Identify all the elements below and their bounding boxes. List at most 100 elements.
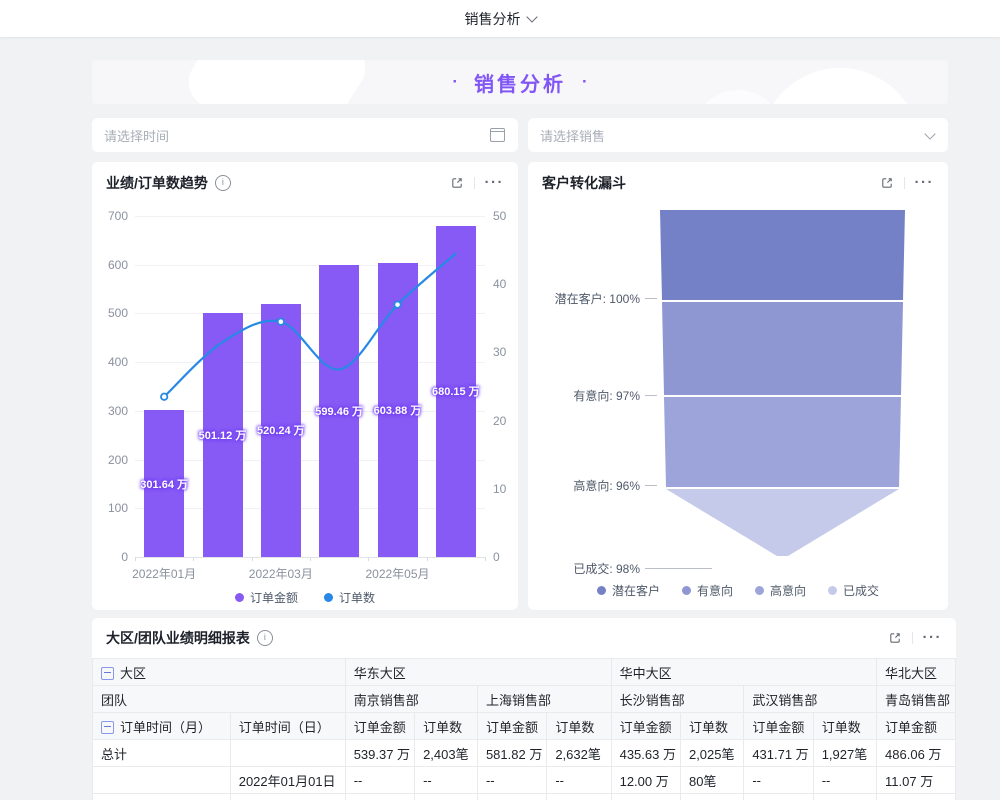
y-axis-tick-left: 700 [92, 209, 128, 223]
banner-dot-right: · [582, 72, 588, 92]
value-cell: 80笔 [680, 767, 743, 794]
x-axis-tick [368, 557, 369, 561]
table-card-header: 大区/团队业绩明细报表 i ··· [92, 618, 956, 658]
value-cell: -- [744, 767, 813, 794]
legend-item[interactable]: 高意向 [755, 582, 806, 599]
funnel-stage-label: 有意向: 97% [530, 387, 640, 404]
page-title[interactable]: 销售分析 [465, 9, 521, 29]
team-cell: 长沙销售部 [611, 686, 744, 713]
x-axis-tick [252, 557, 253, 561]
banner-decoration [760, 68, 920, 104]
y-axis-tick-right: 40 [493, 277, 523, 291]
orders-line-chart [135, 216, 485, 557]
value-cell: -- [547, 767, 611, 794]
funnel-stage-label: 潜在客户: 100% [530, 290, 640, 307]
legend-dot [682, 586, 691, 595]
region-header-cell: 大区 [93, 659, 346, 686]
y-axis-tick-left: 500 [92, 306, 128, 320]
trend-chart-area: 700600500400300200100050403020100301.64 … [92, 162, 518, 610]
funnel-stage-label: 已成交: 98% [530, 560, 640, 577]
y-axis-tick-left: 600 [92, 258, 128, 272]
x-axis-tick [485, 557, 486, 561]
banner-title: 销售分析 [474, 68, 566, 97]
legend-item[interactable]: 已成交 [828, 582, 879, 599]
team-cell: 武汉销售部 [744, 686, 877, 713]
metric-header-cell: 订单金额 [345, 713, 414, 740]
legend-label: 已成交 [843, 582, 879, 599]
value-cell: 11.0 万 [877, 794, 956, 800]
report-table: 大区华东大区华中大区华北大区团队南京销售部上海销售部长沙销售部武汉销售部青岛销售… [92, 658, 956, 800]
value-cell: -- [547, 794, 611, 800]
table-card-title: 大区/团队业绩明细报表 [106, 628, 250, 648]
team-cell: 南京销售部 [345, 686, 477, 713]
y-axis-tick-left: 400 [92, 355, 128, 369]
value-cell: 11.07 万 [877, 767, 956, 794]
x-axis-tick [135, 557, 136, 561]
expand-icon[interactable] [888, 631, 902, 645]
x-axis-tick [310, 557, 311, 561]
x-axis-tick [193, 557, 194, 561]
row-date-cell [230, 740, 345, 767]
value-cell: 431.71 万 [744, 740, 813, 767]
funnel-card: 客户转化漏斗 ··· 潜在客户: 100%有意向: 97%高意向: 96%已成交… [528, 162, 948, 610]
legend-item[interactable]: 订单数 [324, 589, 375, 606]
y-axis-tick-left: 200 [92, 453, 128, 467]
y-axis-tick-right: 30 [493, 345, 523, 359]
funnel-chart-area: 潜在客户: 100%有意向: 97%高意向: 96%已成交: 98%潜在客户有意… [528, 162, 948, 610]
banner-dot-left: · [452, 72, 458, 92]
value-cell: 12.00 万 [611, 767, 680, 794]
region-cell: 华北大区 [877, 659, 956, 686]
value-cell: -- [415, 794, 478, 800]
value-cell: 22.05 万 [611, 794, 680, 800]
y-axis-tick-left: 300 [92, 404, 128, 418]
legend-item[interactable]: 潜在客户 [597, 582, 660, 599]
y-axis-tick-right: 50 [493, 209, 523, 223]
legend-label: 订单金额 [250, 589, 298, 606]
row-date-cell: 2022年01月01日 [230, 767, 345, 794]
legend-label: 订单数 [339, 589, 375, 606]
month-header-cell: 订单时间（月） [93, 713, 231, 740]
funnel-label-line [645, 395, 657, 396]
metric-header-cell: 订单数 [813, 713, 876, 740]
more-menu-icon[interactable]: ··· [923, 634, 943, 642]
metric-header-cell: 订单金额 [744, 713, 813, 740]
banner-decoration [693, 90, 783, 104]
legend-label: 潜在客户 [612, 582, 660, 599]
legend-dot [324, 593, 333, 602]
legend-item[interactable]: 订单金额 [235, 589, 298, 606]
row-label-cell [93, 794, 231, 800]
funnel-stage-4 [660, 489, 905, 556]
collapse-icon[interactable] [101, 721, 114, 734]
funnel-label-line [645, 568, 712, 569]
calendar-icon [490, 128, 505, 142]
team-cell: 上海销售部 [477, 686, 611, 713]
chevron-down-icon[interactable] [526, 11, 537, 22]
row-label-cell [93, 767, 231, 794]
dashboard-page: 销售分析 · 销售分析 · 请选择时间 请选择销售 业绩/订单数趋势 i · [0, 0, 1000, 800]
sales-filter-select[interactable]: 请选择销售 [528, 118, 948, 152]
metric-header-cell: 订单金额 [611, 713, 680, 740]
time-filter-placeholder: 请选择时间 [104, 126, 490, 145]
team-header-cell: 团队 [93, 686, 346, 713]
x-axis-label: 2022年05月 [338, 565, 458, 582]
legend-dot [597, 586, 606, 595]
banner-decoration [179, 60, 375, 104]
metric-header-cell: 订单数 [547, 713, 611, 740]
chevron-down-icon [924, 128, 935, 139]
funnel-stage-1 [660, 210, 905, 300]
value-cell: -- [744, 794, 813, 800]
metric-header-cell: 订单数 [680, 713, 743, 740]
y-axis-tick-right: 20 [493, 414, 523, 428]
funnel-stage-3 [660, 397, 905, 487]
collapse-icon[interactable] [101, 667, 114, 680]
value-cell: 486.06 万 [877, 740, 956, 767]
funnel-label-line [645, 298, 657, 299]
time-filter-select[interactable]: 请选择时间 [92, 118, 518, 152]
legend-item[interactable]: 有意向 [682, 582, 733, 599]
funnel-label-line [645, 485, 657, 486]
info-icon[interactable]: i [257, 630, 273, 646]
value-cell: -- [345, 794, 414, 800]
sales-filter-placeholder: 请选择销售 [540, 126, 926, 145]
legend-label: 有意向 [697, 582, 733, 599]
value-cell: -- [813, 794, 876, 800]
